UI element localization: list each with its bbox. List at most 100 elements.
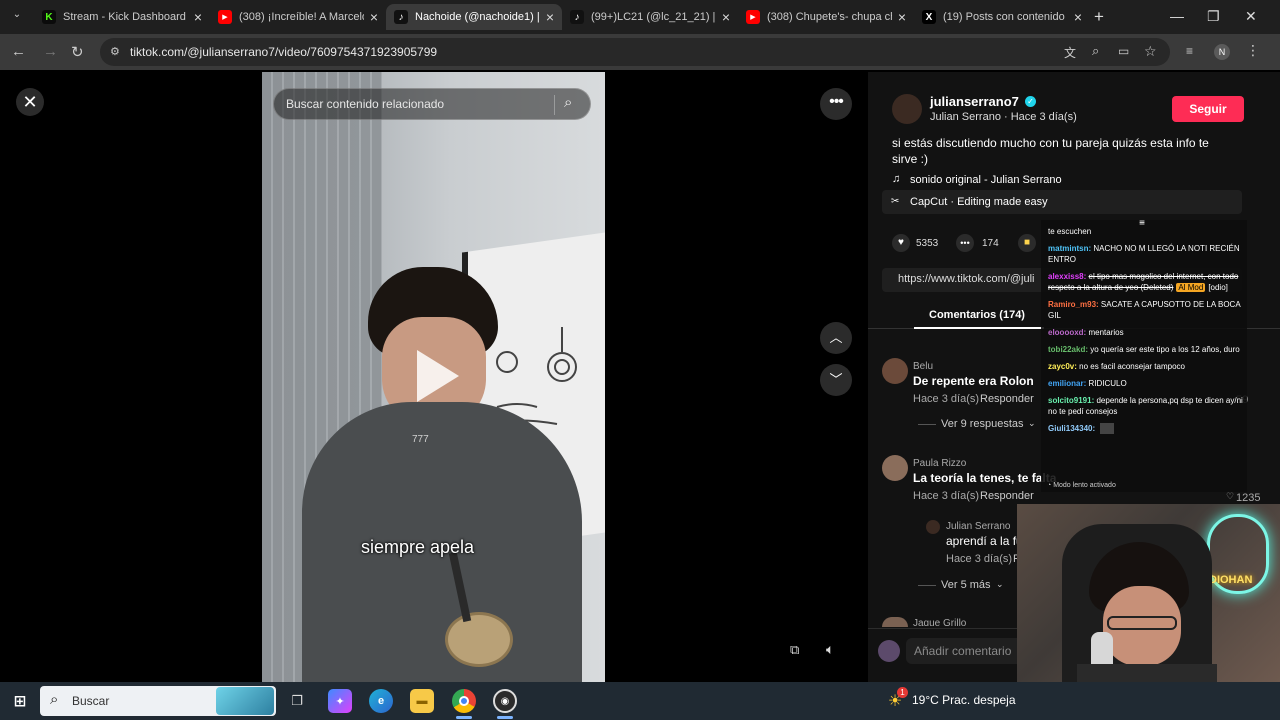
tab-kick[interactable]: K Stream - Kick Dashboard × (34, 4, 210, 30)
sound-link[interactable]: sonido original - Julian Serrano (910, 174, 1062, 186)
tab-search-icon[interactable]: ⌄ (8, 9, 26, 25)
search-icon[interactable]: ⌕ (564, 94, 572, 111)
more-options-button[interactable]: ••• (820, 88, 852, 120)
chat-message: Ramiro_m93: SACATE A CAPUSOTTO DE LA BOC… (1048, 299, 1243, 321)
music-note-icon: ♫ (892, 173, 901, 185)
heart-outline-icon[interactable]: ♡ (1226, 491, 1234, 502)
comment-author[interactable]: Paula Rizzo (913, 458, 966, 469)
mod-badge: Al Mod (1176, 283, 1206, 292)
back-icon[interactable]: ← (11, 43, 26, 60)
cast-icon[interactable]: ▭ (1118, 44, 1129, 58)
stream-chat-overlay: ⩸ te escuchen matmintsn: NACHO NO M LLEGÓ… (1041, 220, 1247, 492)
floating-player-icon[interactable]: ⧉ (790, 642, 799, 658)
comment-author[interactable]: Jaque Grillo (913, 618, 966, 626)
close-icon[interactable]: × (898, 9, 906, 25)
new-tab-button[interactable]: + (1094, 7, 1104, 27)
comment-like-count: 1235 (1236, 492, 1261, 504)
webcam-overlay: DIOHAN (1017, 504, 1280, 682)
close-icon[interactable]: × (546, 9, 554, 25)
copilot-icon[interactable]: ✦ (328, 689, 352, 713)
close-icon[interactable]: × (722, 9, 730, 25)
tab-title: (308) ¡Increíble! A Marcelo (239, 11, 364, 23)
video-player[interactable]: 777 siempre apela (262, 72, 605, 682)
weather-text[interactable]: 19°C Prac. despejado (912, 693, 1016, 707)
tab-tiktok-active[interactable]: ♪ Nachoide (@nachoide1) | T × (386, 4, 562, 30)
minimize-button[interactable]: — (1170, 8, 1184, 24)
tab-x[interactable]: X (19) Posts con contenido n × (914, 4, 1090, 30)
task-view-icon[interactable]: ❐ (285, 689, 309, 713)
close-icon[interactable]: × (370, 9, 378, 25)
forward-icon[interactable]: → (43, 43, 58, 60)
comment-avatar[interactable] (882, 617, 908, 627)
close-window-button[interactable]: ✕ (1245, 8, 1257, 25)
tab-tiktok-2[interactable]: ♪ (99+)LC21 (@lc_21_21) | Ti × (562, 4, 738, 30)
chat-username[interactable]: matmintsn: (1048, 244, 1091, 253)
author-username[interactable]: julianserrano7 (930, 94, 1019, 109)
previous-video-button[interactable]: ︿ (820, 322, 852, 354)
chat-username[interactable]: zayc0v: (1048, 362, 1077, 371)
chat-username[interactable]: Giuli134340: (1048, 424, 1095, 433)
edge-icon[interactable]: e (369, 689, 393, 713)
comment-author[interactable]: Belu (913, 361, 933, 372)
profile-avatar[interactable]: N (1214, 44, 1230, 60)
address-bar[interactable]: ⚙ tiktok.com/@julianserrano7/video/76097… (100, 38, 1170, 66)
chat-username[interactable]: elooooxd: (1048, 328, 1086, 337)
menu-kebab-icon[interactable]: ⋮ (1246, 42, 1260, 59)
reply-author[interactable]: Julian Serrano (946, 521, 1010, 532)
replies-divider (918, 424, 936, 425)
view-replies-button[interactable]: Ver 9 respuestas (941, 418, 1024, 430)
tab-comments[interactable]: Comentarios (174) (929, 309, 1025, 321)
mate-gourd (445, 612, 513, 667)
related-search-input[interactable]: Buscar contenido relacionado ⌕ (273, 88, 591, 120)
chat-message: emilionar: RIDICULO (1048, 378, 1243, 389)
close-icon[interactable]: × (194, 9, 202, 25)
obs-active-indicator (497, 716, 513, 719)
chat-username[interactable]: solcito9191: (1048, 396, 1094, 405)
tiktok-page: ✕ 777 siempre apela Buscar contenido rel… (0, 72, 1280, 682)
close-icon[interactable]: × (1074, 9, 1082, 25)
reply-text: aprendí a la fu (946, 534, 1023, 548)
reply-avatar[interactable] (926, 520, 940, 534)
file-explorer-icon[interactable]: ▬ (410, 689, 434, 713)
browser-toolbar: ← → ↻ ⚙ tiktok.com/@julianserrano7/video… (0, 34, 1280, 70)
comment-avatar[interactable] (882, 455, 908, 481)
windows-start-icon[interactable]: ⊞ (8, 689, 32, 713)
tab-youtube-1[interactable]: ▶ (308) ¡Increíble! A Marcelo × (210, 4, 386, 30)
chat-username[interactable]: alexxiss8: (1048, 272, 1086, 281)
next-video-button[interactable]: ﹀ (820, 364, 852, 396)
reply-button[interactable]: Responder (980, 393, 1034, 405)
comment-avatar[interactable] (882, 358, 908, 384)
obs-icon[interactable]: ◉ (493, 689, 517, 713)
chrome-icon[interactable] (452, 689, 476, 713)
chat-footer: ◔ Modo lento activado (1047, 482, 1116, 489)
bookmark-star-icon[interactable]: ☆ (1144, 43, 1157, 60)
search-placeholder: Buscar contenido relacionado (286, 97, 445, 111)
capcut-link[interactable]: ✂ CapCut · Editing made easy (882, 190, 1242, 214)
bookmark-icon[interactable]: ■ (1018, 234, 1036, 252)
volume-icon[interactable]: 🔈︎ (826, 641, 834, 658)
chat-text: no es facil aconsejar tampoco (1079, 362, 1185, 371)
taskbar-search-box[interactable]: ⌕ Buscar (40, 686, 276, 716)
close-video-button[interactable]: ✕ (16, 88, 44, 116)
like-icon[interactable]: ♥ (892, 234, 910, 252)
tab-title: Nachoide (@nachoide1) | T (415, 11, 540, 23)
follow-button[interactable]: Seguir (1172, 96, 1244, 122)
play-icon[interactable] (417, 350, 459, 402)
author-avatar[interactable] (892, 94, 922, 124)
tab-youtube-2[interactable]: ▶ (308) Chupete's- chupa ch × (738, 4, 914, 30)
view-more-button[interactable]: Ver 5 más (941, 579, 991, 591)
chat-username[interactable]: Ramiro_m93: (1048, 300, 1099, 309)
mug-text: 777 (412, 434, 429, 445)
reload-icon[interactable]: ↻ (71, 43, 84, 61)
restore-button[interactable]: ❐ (1207, 8, 1220, 25)
tab-title: Stream - Kick Dashboard (63, 11, 186, 23)
zoom-icon[interactable]: ⌕ (1092, 43, 1099, 59)
streamer-shirt (1077, 664, 1217, 682)
translate-icon[interactable]: 文 (1064, 44, 1076, 61)
chat-username[interactable]: tobi22akd: (1048, 345, 1088, 354)
comment-icon[interactable]: ••• (956, 234, 974, 252)
chat-username[interactable]: emilionar: (1048, 379, 1086, 388)
reply-button[interactable]: Responder (980, 490, 1034, 502)
site-info-icon[interactable]: ⚙ (110, 45, 120, 58)
media-controls-icon[interactable]: ≡ (1186, 44, 1193, 58)
